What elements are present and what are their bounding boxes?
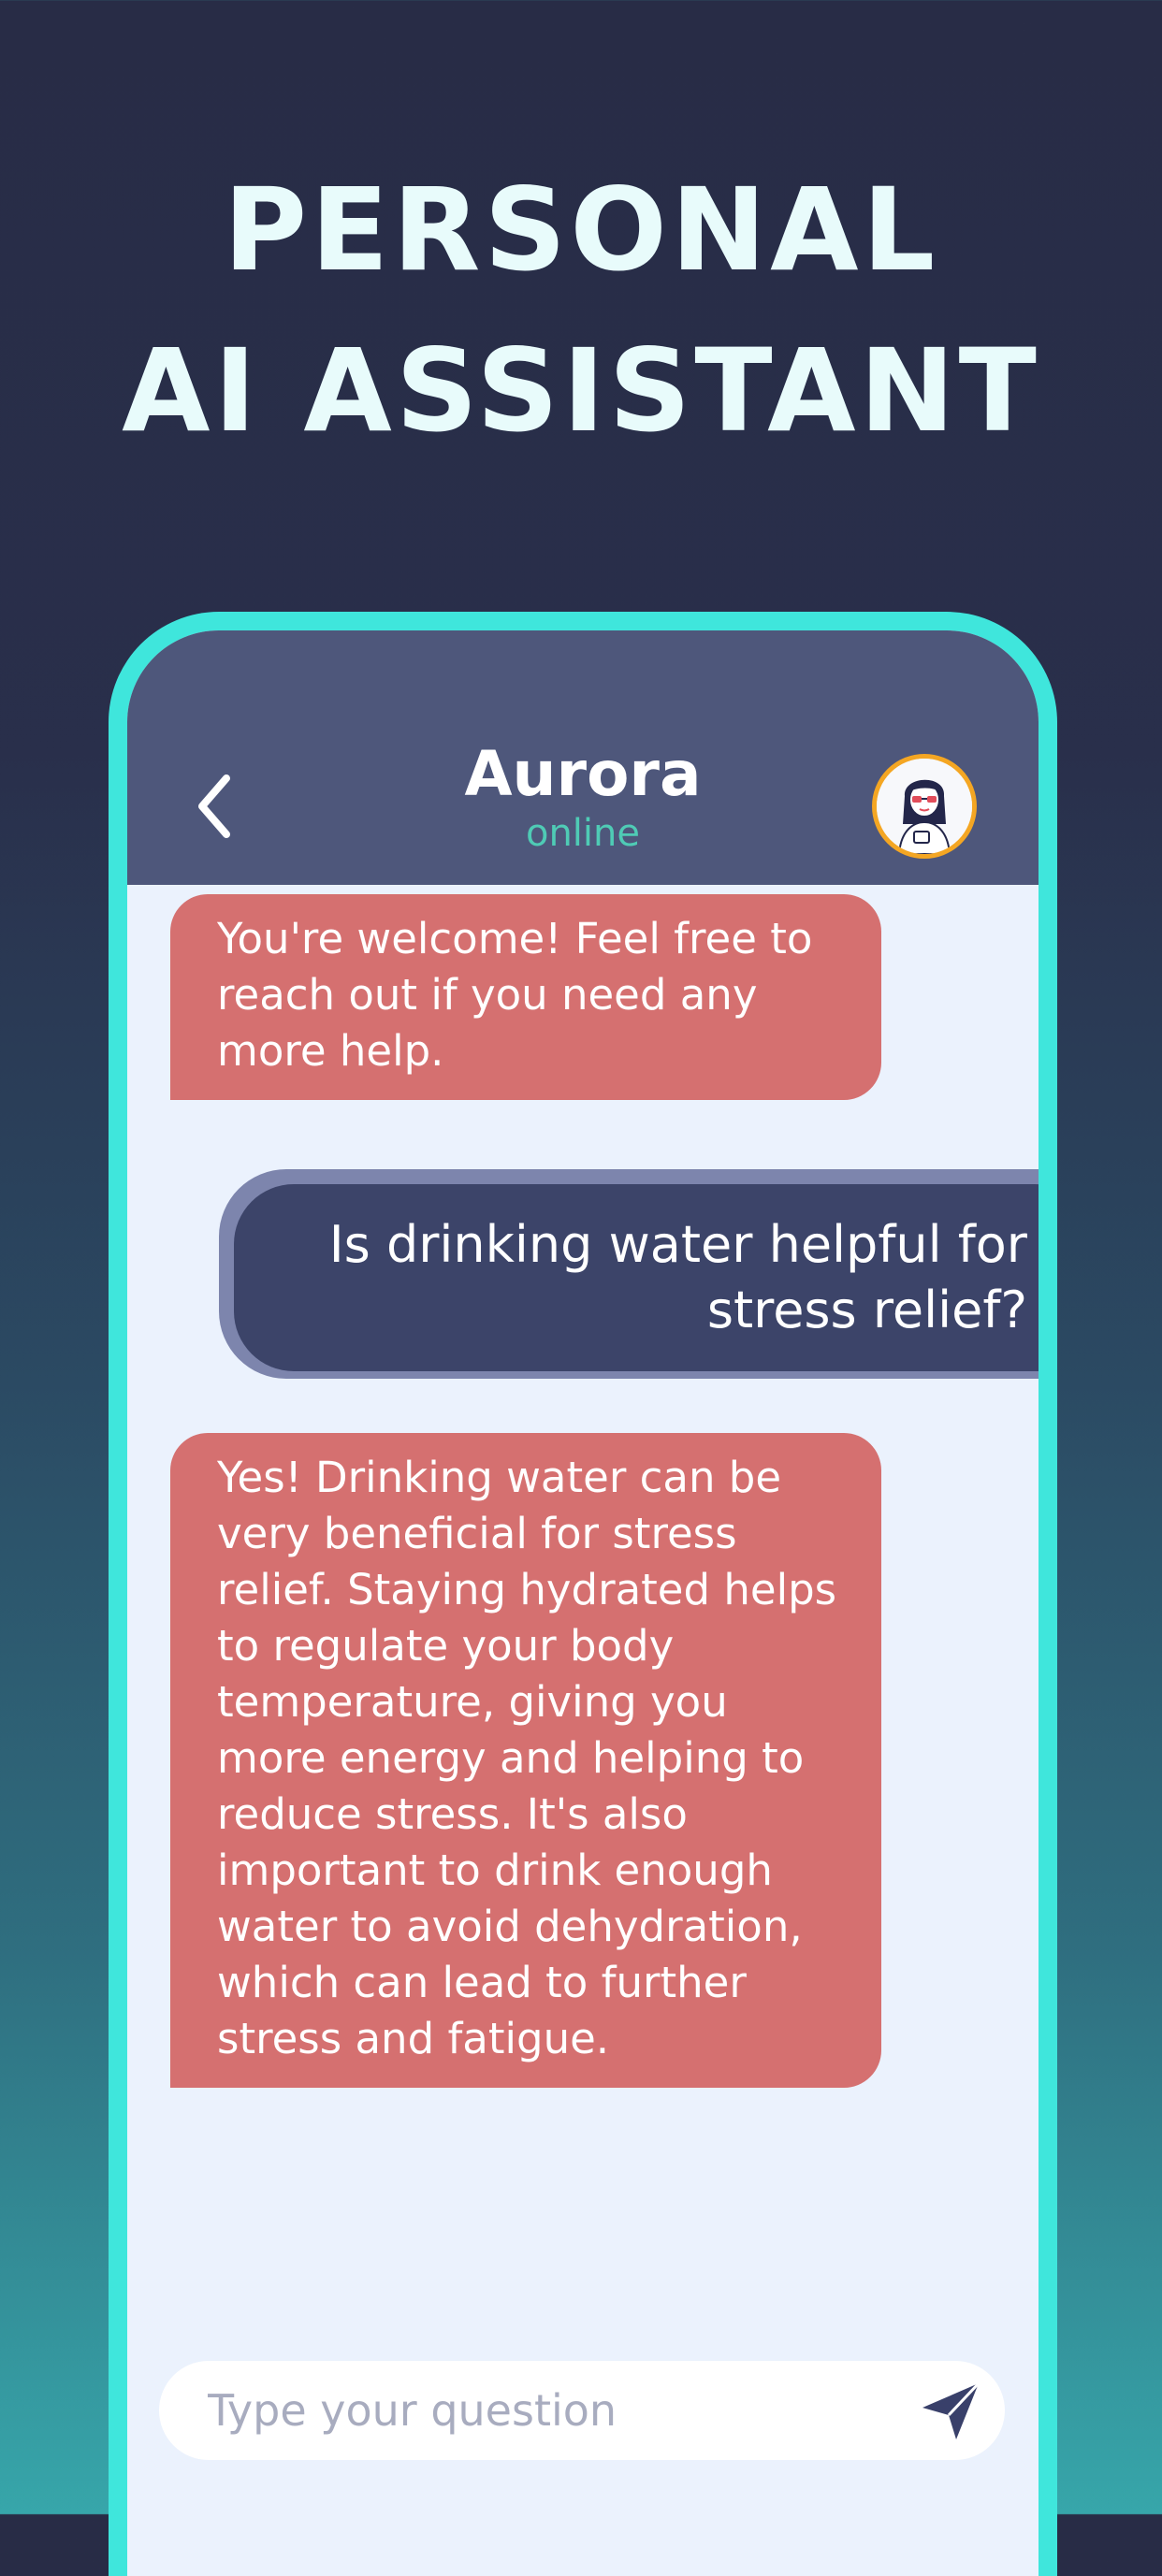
headline-line-2: AI ASSISTANT (122, 325, 1040, 457)
chat-header: Aurora online (127, 630, 1039, 885)
message-text: You're welcome! Feel free to reach out i… (217, 914, 813, 1076)
user-message-body: Is drinking water helpful for stress rel… (234, 1184, 1039, 1371)
send-button[interactable] (919, 2380, 982, 2443)
message-text: Yes! Drinking water can be very benefici… (217, 1453, 837, 2063)
message-text: Is drinking water helpful for stress rel… (328, 1215, 1027, 1339)
user-message: Is drinking water helpful for stress rel… (219, 1169, 1039, 1379)
avatar-illustration-icon (877, 759, 972, 854)
assistant-message: You're welcome! Feel free to reach out i… (170, 894, 881, 1100)
assistant-message: Yes! Drinking water can be very benefici… (170, 1433, 881, 2088)
question-input[interactable] (208, 2378, 881, 2443)
headline-line-1: PERSONAL (223, 164, 939, 297)
send-icon (922, 2381, 980, 2439)
marketing-headline: PERSONAL AI ASSISTANT (0, 150, 1162, 471)
phone-mockup: Aurora online You're welcome! Feel free … (109, 612, 1057, 2576)
message-composer (159, 2361, 1005, 2460)
assistant-avatar[interactable] (872, 754, 977, 859)
